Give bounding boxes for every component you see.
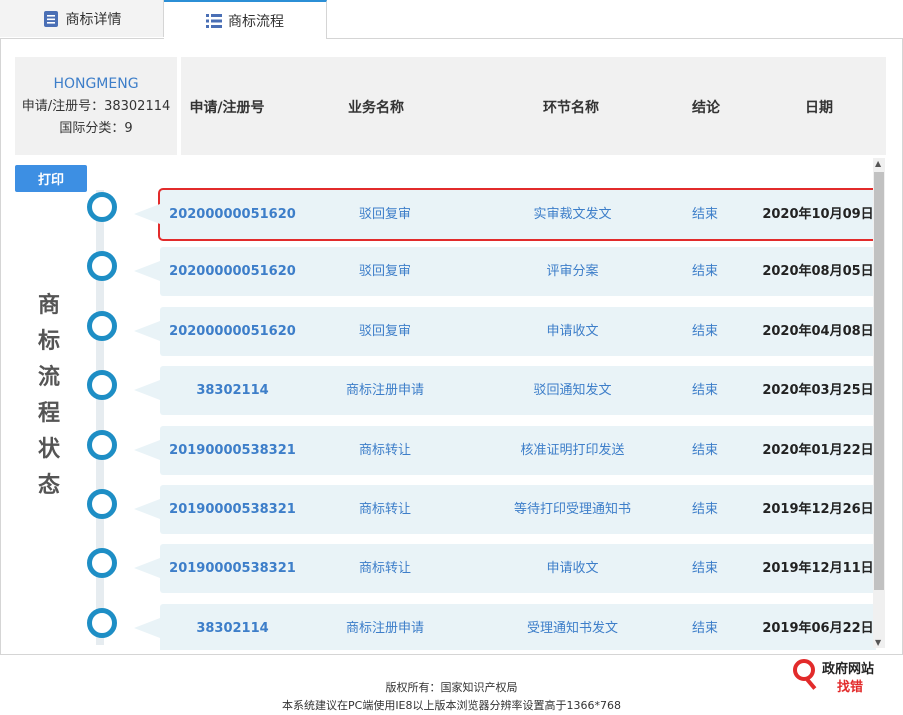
cell-date: 2019年12月26日 xyxy=(762,502,874,517)
cell-date: 2020年01月22日 xyxy=(762,443,874,458)
cell-result: 结束 xyxy=(691,207,718,222)
side-title-char: 程 xyxy=(37,401,60,426)
cell-step-name: 实审裁文发文 xyxy=(533,207,612,222)
cell-business-name: 商标注册申请 xyxy=(345,621,424,636)
cell-business-name: 商标转让 xyxy=(358,443,411,458)
header-result: 结论 xyxy=(692,100,720,116)
registration-number: 申请/注册号：38302114 xyxy=(21,99,171,114)
document-icon xyxy=(43,10,58,27)
timeline-dot xyxy=(87,251,117,281)
cell-result: 结束 xyxy=(691,264,718,279)
vertical-scrollbar[interactable]: ▲ ▼ xyxy=(873,158,885,648)
cell-date: 2020年04月08日 xyxy=(762,324,874,339)
cell-step-name: 等待打印受理通知书 xyxy=(513,502,631,517)
cell-step-name: 驳回通知发文 xyxy=(533,383,612,398)
cell-reg-number: 20200000051620 xyxy=(169,324,296,339)
header-business-name: 业务名称 xyxy=(348,100,404,116)
table-row[interactable]: 20200000051620 驳回复审 实审裁文发文 结束 2020年10月09… xyxy=(134,188,878,241)
cell-reg-number: 20190000538321 xyxy=(169,502,296,517)
header-step-name: 环节名称 xyxy=(543,100,599,116)
table-row[interactable]: 38302114 商标注册申请 受理通知书发文 结束 2019年06月22日 xyxy=(134,604,876,650)
print-button[interactable]: 打印 xyxy=(15,165,87,192)
table-row[interactable]: 20190000538321 商标转让 等待打印受理通知书 结束 2019年12… xyxy=(134,485,876,534)
timeline-dot xyxy=(87,548,117,578)
trademark-name: HONGMENG xyxy=(53,76,139,92)
cell-result: 结束 xyxy=(691,443,718,458)
cell-business-name: 驳回复审 xyxy=(358,324,411,339)
side-title-char: 标 xyxy=(37,329,60,354)
footer: 版权所有：国家知识产权局 本系统建议在PC端使用IE8以上版本浏览器分辨率设置高… xyxy=(0,654,903,715)
table-row[interactable]: 20190000538321 商标转让 核准证明打印发送 结束 2020年01月… xyxy=(134,426,876,475)
timeline-dot xyxy=(87,608,117,638)
tab-label: 商标详情 xyxy=(65,11,122,28)
scrollbar-thumb[interactable] xyxy=(874,172,884,590)
table-row[interactable]: 20200000051620 驳回复审 申请收文 结束 2020年04月08日 xyxy=(134,307,876,356)
badge-title: 政府网站 xyxy=(822,662,875,677)
cell-reg-number: 20200000051620 xyxy=(169,207,296,222)
cell-reg-number: 20190000538321 xyxy=(169,561,296,576)
side-title-char: 流 xyxy=(37,365,60,390)
timeline-dot xyxy=(87,489,117,519)
cell-step-name: 受理通知书发文 xyxy=(526,621,618,636)
cell-business-name: 商标转让 xyxy=(358,502,411,517)
cell-date: 2019年12月11日 xyxy=(762,561,874,576)
cell-business-name: 商标注册申请 xyxy=(345,383,424,398)
header-date: 日期 xyxy=(805,100,833,116)
tab-trademark-process[interactable]: 商标流程 xyxy=(164,0,327,39)
header-reg-number: 申请/注册号 xyxy=(189,100,265,116)
scroll-up-icon[interactable]: ▲ xyxy=(875,159,881,168)
cell-step-name: 评审分案 xyxy=(546,264,599,279)
international-class: 国际分类：9 xyxy=(59,121,133,136)
side-title-char: 状 xyxy=(37,437,60,462)
list-icon xyxy=(206,13,222,28)
cell-result: 结束 xyxy=(691,383,718,398)
timeline-dot xyxy=(87,311,117,341)
footer-notice: 本系统建议在PC端使用IE8以上版本浏览器分辨率设置高于1366*768 xyxy=(282,699,621,712)
magnifier-icon xyxy=(793,659,817,690)
timeline-dot xyxy=(87,430,117,460)
timeline-dot xyxy=(87,192,117,222)
cell-date: 2020年08月05日 xyxy=(762,264,874,279)
side-title-char: 商 xyxy=(37,293,60,318)
cell-result: 结束 xyxy=(691,621,718,636)
cell-result: 结束 xyxy=(691,561,718,576)
cell-reg-number: 20190000538321 xyxy=(169,443,296,458)
side-title: 商 标 流 程 状 态 xyxy=(36,288,62,504)
table-header: 申请/注册号 业务名称 环节名称 结论 日期 xyxy=(181,57,886,155)
scroll-down-icon[interactable]: ▼ xyxy=(875,638,881,647)
tab-trademark-details[interactable]: 商标详情 xyxy=(0,0,164,37)
tab-label: 商标流程 xyxy=(228,13,284,30)
table-row[interactable]: 20190000538321 商标转让 申请收文 结束 2019年12月11日 xyxy=(134,544,876,593)
cell-reg-number: 38302114 xyxy=(196,383,269,398)
cell-step-name: 核准证明打印发送 xyxy=(520,443,625,458)
cell-reg-number: 38302114 xyxy=(196,621,269,636)
timeline-list: 20200000051620 驳回复审 实审裁文发文 结束 2020年10月09… xyxy=(85,156,886,650)
cell-step-name: 申请收文 xyxy=(546,561,599,576)
table-row[interactable]: 38302114 商标注册申请 驳回通知发文 结束 2020年03月25日 xyxy=(134,366,876,415)
cell-business-name: 商标转让 xyxy=(358,561,411,576)
cell-date: 2019年06月22日 xyxy=(762,621,874,636)
cell-business-name: 驳回复审 xyxy=(358,264,411,279)
cell-result: 结束 xyxy=(691,502,718,517)
report-error-badge[interactable]: 政府网站 找错 xyxy=(791,654,885,695)
tab-bar: 商标详情 商标流程 xyxy=(0,0,903,39)
table-row[interactable]: 20200000051620 驳回复审 评审分案 结束 2020年08月05日 xyxy=(134,247,876,296)
cell-date: 2020年10月09日 xyxy=(762,207,874,222)
cell-result: 结束 xyxy=(691,324,718,339)
cell-date: 2020年03月25日 xyxy=(762,383,874,398)
cell-business-name: 驳回复审 xyxy=(358,207,411,222)
trademark-info-box: HONGMENG 申请/注册号：38302114 国际分类：9 xyxy=(15,57,177,155)
cell-reg-number: 20200000051620 xyxy=(169,264,296,279)
side-title-char: 态 xyxy=(37,473,60,498)
cell-step-name: 申请收文 xyxy=(546,324,599,339)
badge-action: 找错 xyxy=(837,680,864,695)
timeline-dot xyxy=(87,370,117,400)
footer-copyright: 版权所有：国家知识产权局 xyxy=(385,681,518,694)
